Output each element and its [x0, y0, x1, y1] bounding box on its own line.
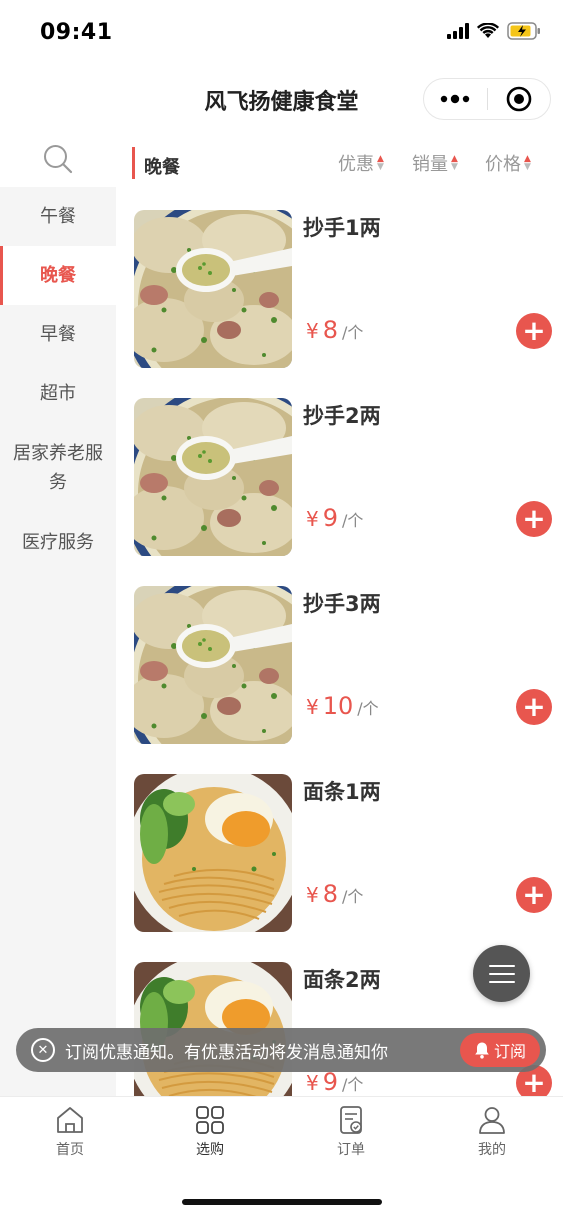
close-banner-button[interactable]: ✕: [31, 1038, 55, 1062]
target-close-icon: [506, 86, 532, 112]
plus-icon: +: [522, 314, 546, 347]
subscribe-text: 订阅优惠通知。有优惠活动将发消息通知你: [65, 1042, 388, 1063]
product-price: ¥9/个: [306, 504, 364, 532]
sidebar-item-label: 居家养老服务: [13, 443, 103, 493]
product-name: 面条1两: [303, 780, 381, 804]
sidebar-item-lunch[interactable]: 午餐: [0, 187, 116, 246]
product-name: 抄手3两: [303, 592, 381, 616]
product-name: 抄手1两: [303, 216, 381, 240]
plus-icon: +: [522, 502, 546, 535]
category-indicator: [132, 147, 135, 179]
status-time: 09:41: [40, 20, 113, 45]
product-card[interactable]: 抄手1两 ¥8/个 +: [116, 194, 563, 382]
sort-arrows-icon: ▲ ▼: [377, 154, 384, 172]
product-name: 面条2两: [303, 968, 381, 992]
sort-label: 优惠: [338, 154, 374, 175]
add-to-cart-button[interactable]: +: [516, 313, 552, 349]
product-price: ¥8/个: [306, 880, 364, 908]
floating-menu-button[interactable]: [473, 945, 530, 1002]
add-to-cart-button[interactable]: +: [516, 877, 552, 913]
product-card[interactable]: 抄手3两 ¥10/个 +: [116, 570, 563, 758]
tab-shop[interactable]: 选购: [175, 1105, 245, 1159]
product-image: [134, 774, 292, 932]
sidebar-item-supermarket[interactable]: 超市: [0, 364, 116, 423]
home-icon: [57, 1107, 83, 1133]
tab-label: 订单: [337, 1142, 365, 1158]
close-miniprogram-button[interactable]: [488, 78, 551, 120]
category-title: 晚餐: [144, 157, 180, 178]
home-indicator: [182, 1199, 382, 1205]
sidebar-item-breakfast[interactable]: 早餐: [0, 305, 116, 364]
sidebar-item-label: 医疗服务: [22, 532, 94, 553]
category-sidebar: 午餐 晚餐 早餐 超市 居家养老服务 医疗服务: [0, 130, 116, 1096]
status-bar: 09:41: [0, 0, 563, 66]
sidebar-item-label: 晚餐: [40, 265, 76, 286]
product-price: ¥9/个: [306, 1068, 364, 1096]
sidebar-item-label: 午餐: [40, 206, 76, 227]
menu-line: [488, 964, 515, 967]
bell-icon: [475, 1042, 489, 1059]
sort-sales[interactable]: 销量 ▲ ▼: [412, 150, 458, 176]
sidebar-item-elderly-care[interactable]: 居家养老服务: [0, 423, 116, 513]
product-image: [134, 586, 292, 744]
menu-line: [488, 972, 515, 975]
cellular-signal-icon: [447, 23, 469, 39]
product-price: ¥10/个: [306, 692, 379, 720]
order-icon: [340, 1106, 362, 1134]
product-price: ¥8/个: [306, 316, 364, 344]
sidebar-item-label: 超市: [40, 383, 76, 404]
subscribe-button[interactable]: 订阅: [460, 1033, 540, 1067]
sidebar-item-medical[interactable]: 医疗服务: [0, 513, 116, 572]
menu-line: [488, 980, 515, 983]
product-image: [134, 210, 292, 368]
tab-profile[interactable]: 我的: [457, 1105, 527, 1159]
sort-arrows-icon: ▲ ▼: [524, 154, 531, 172]
battery-icon: [507, 22, 540, 40]
nav-bar: 风飞扬健康食堂: [0, 66, 563, 130]
product-card[interactable]: 面条1两 ¥8/个 +: [116, 758, 563, 946]
sort-arrows-icon: ▲ ▼: [451, 154, 458, 172]
wifi-icon: [477, 23, 499, 38]
sort-label: 销量: [412, 154, 448, 175]
search-icon: [44, 144, 73, 173]
product-card[interactable]: 抄手2两 ¥9/个 +: [116, 382, 563, 570]
mini-program-capsule: [423, 78, 551, 120]
tab-label: 选购: [196, 1142, 224, 1158]
sort-label: 价格: [485, 154, 521, 175]
plus-icon: +: [522, 878, 546, 911]
search-button[interactable]: [0, 130, 116, 187]
product-image: [134, 398, 292, 556]
product-name: 抄手2两: [303, 404, 381, 428]
close-icon: ✕: [37, 1042, 49, 1058]
tab-label: 我的: [478, 1142, 506, 1158]
subscribe-banner: ✕ 订阅优惠通知。有优惠活动将发消息通知你 订阅: [16, 1028, 546, 1072]
sort-price[interactable]: 价格 ▲ ▼: [485, 150, 531, 176]
add-to-cart-button[interactable]: +: [516, 689, 552, 725]
subscribe-button-label: 订阅: [493, 1042, 526, 1061]
plus-icon: +: [522, 690, 546, 723]
user-icon: [479, 1107, 505, 1134]
tab-orders[interactable]: 订单: [316, 1105, 386, 1159]
sort-discount[interactable]: 优惠 ▲ ▼: [338, 150, 384, 176]
sidebar-item-label: 早餐: [40, 324, 76, 345]
tab-home[interactable]: 首页: [35, 1105, 105, 1159]
grid-icon: [196, 1106, 224, 1134]
add-to-cart-button[interactable]: +: [516, 501, 552, 537]
sidebar-item-dinner[interactable]: 晚餐: [0, 246, 116, 305]
content-header: 晚餐 优惠 ▲ ▼ 销量 ▲ ▼ 价格 ▲ ▼: [116, 130, 563, 194]
tab-label: 首页: [56, 1142, 84, 1158]
status-icons: [447, 22, 541, 40]
more-dots-icon: [441, 94, 470, 104]
plus-icon: +: [522, 1066, 546, 1097]
more-button[interactable]: [424, 78, 487, 120]
